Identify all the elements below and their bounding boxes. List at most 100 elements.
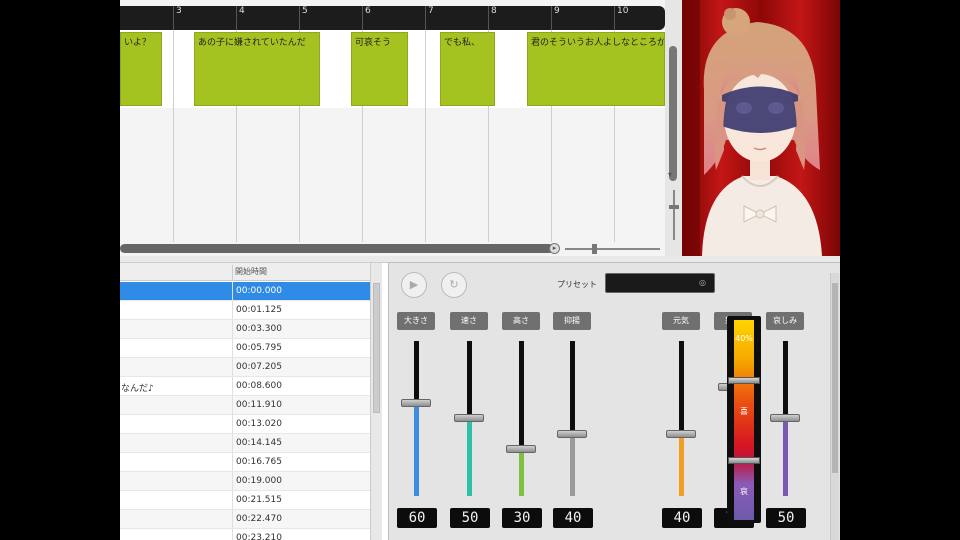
play-icon: ▶ xyxy=(409,278,419,291)
emotion-label-joy-percent: 40% xyxy=(735,334,753,343)
emotion-balance-bar[interactable]: 40% 喜 哀 xyxy=(727,316,761,523)
list-row[interactable]: 00:14.145 xyxy=(120,434,370,453)
row-start-time: 00:11.910 xyxy=(232,396,282,414)
row-start-time: 00:14.145 xyxy=(232,434,282,452)
voice-clip[interactable]: でも私、 xyxy=(440,32,495,106)
slider-value-sad[interactable]: 50 xyxy=(766,508,806,528)
row-start-time: 00:22.470 xyxy=(232,510,282,528)
preset-label: プリセット xyxy=(557,280,597,289)
clip-text: 可哀そう xyxy=(355,38,392,48)
voice-clip[interactable]: 可哀そう xyxy=(351,32,408,106)
timeline-vertical-scrollbar[interactable]: ▾ xyxy=(665,0,682,256)
sentence-list[interactable]: 開始時間 00:00.000 00:01.125 00:03.300 00:05… xyxy=(120,262,388,540)
slider-thumb-pitch[interactable] xyxy=(506,445,536,453)
play-button[interactable]: ▶ xyxy=(401,272,427,298)
slider-fill-sad xyxy=(783,418,788,496)
time-ruler[interactable]: 3 4 5 6 7 8 9 10 xyxy=(120,6,665,30)
ruler-tick-mark xyxy=(614,6,615,30)
slider-label-speed: 速さ xyxy=(450,312,488,330)
clip-text: でも私、 xyxy=(444,38,481,48)
preset-dropdown[interactable]: ◎ xyxy=(605,273,715,293)
list-row[interactable]: 00:13.020 xyxy=(120,415,370,434)
loop-button[interactable]: ↻ xyxy=(441,272,467,298)
vertical-zoom-thumb[interactable] xyxy=(669,205,679,209)
slider-label-volume: 大きさ xyxy=(397,312,435,330)
slider-thumb-speed[interactable] xyxy=(454,414,484,422)
vertical-zoom-slider[interactable] xyxy=(673,190,675,240)
list-row[interactable]: 00:23.210 xyxy=(120,529,370,540)
row-start-time: 00:08.600 xyxy=(232,377,282,395)
emotion-thumb-lower[interactable] xyxy=(728,457,760,464)
timeline-zoom-slider[interactable] xyxy=(565,248,660,250)
column-header-start-time[interactable]: 開始時間 xyxy=(232,265,267,281)
row-start-time: 00:01.125 xyxy=(232,301,282,319)
ruler-tick-mark xyxy=(173,6,174,30)
slider-value-normal[interactable]: 40 xyxy=(662,508,702,528)
ruler-tick: 10 xyxy=(617,6,629,16)
list-row[interactable]: 00:22.470 xyxy=(120,510,370,529)
timeline-horizontal-scrollbar[interactable] xyxy=(120,244,554,253)
list-row[interactable]: 00:21.515 xyxy=(120,491,370,510)
slider-thumb-normal[interactable] xyxy=(666,430,696,438)
slider-fill-intonation xyxy=(570,434,575,496)
voice-clip[interactable]: いよ？ xyxy=(120,32,162,106)
panel-vertical-scrollbar[interactable] xyxy=(830,273,839,540)
panel-scroll-thumb[interactable] xyxy=(832,283,838,473)
voice-parameter-panel: ▶ ↻ プリセット ◎ 大きさ 速さ 高さ 抑揚 元気 怒り 哀しみ 60 50… xyxy=(388,262,840,540)
list-row[interactable]: 00:16.765 xyxy=(120,453,370,472)
voice-clip[interactable]: 君のそういうお人よしなところが xyxy=(527,32,665,106)
list-row[interactable]: 00:01.125 xyxy=(120,301,370,320)
emotion-thumb-upper[interactable] xyxy=(728,377,760,384)
slider-track-normal[interactable] xyxy=(679,341,684,496)
zoom-slider-thumb[interactable] xyxy=(592,244,597,254)
ruler-tick: 5 xyxy=(302,6,308,16)
scroll-down-icon[interactable]: ▾ xyxy=(668,170,672,179)
slider-value-speed[interactable]: 50 xyxy=(450,508,490,528)
list-row[interactable]: 00:11.910 xyxy=(120,396,370,415)
loop-icon: ↻ xyxy=(449,278,459,291)
slider-thumb-intonation[interactable] xyxy=(557,430,587,438)
list-row[interactable]: 00:00.000 xyxy=(120,282,370,301)
slider-fill-normal xyxy=(679,434,684,496)
ruler-tick-mark xyxy=(362,6,363,30)
slider-thumb-sad[interactable] xyxy=(770,414,800,422)
grid-line xyxy=(173,30,174,242)
app-window: 3 4 5 6 7 8 9 10 いよ？ あの子に嫌されていたんだ 可哀そう で xyxy=(120,0,840,540)
slider-track-intonation[interactable] xyxy=(570,341,575,496)
slider-fill-pitch xyxy=(519,449,524,496)
row-start-time: 00:13.020 xyxy=(232,415,282,433)
row-start-time: 00:00.000 xyxy=(232,282,282,300)
voice-clip[interactable]: あの子に嫌されていたんだ xyxy=(194,32,320,106)
slider-label-sad: 哀しみ xyxy=(766,312,804,330)
slider-value-intonation[interactable]: 40 xyxy=(553,508,593,528)
emotion-gradient: 40% 喜 哀 xyxy=(734,320,754,520)
clip-text: 君のそういうお人よしなところが xyxy=(531,38,665,48)
emotion-label-sad: 哀 xyxy=(740,487,748,496)
row-start-time: 00:19.000 xyxy=(232,472,282,490)
row-start-time: 00:23.210 xyxy=(232,529,282,540)
ruler-tick-mark xyxy=(488,6,489,30)
slider-value-pitch[interactable]: 30 xyxy=(502,508,542,528)
clip-text: あの子に嫌されていたんだ xyxy=(198,38,306,48)
grid-line xyxy=(425,30,426,242)
slider-track-volume[interactable] xyxy=(414,341,419,496)
list-scroll-thumb[interactable] xyxy=(373,283,380,413)
list-row[interactable]: 00:03.300 xyxy=(120,320,370,339)
timeline-panel[interactable]: 3 4 5 6 7 8 9 10 いよ？ あの子に嫌されていたんだ 可哀そう で xyxy=(120,0,682,256)
slider-value-volume[interactable]: 60 xyxy=(397,508,437,528)
list-row[interactable]: 00:19.000 xyxy=(120,472,370,491)
avatar-panel xyxy=(682,0,840,256)
slider-fill-volume xyxy=(414,403,419,496)
list-row[interactable]: 00:05.795 xyxy=(120,339,370,358)
list-vertical-scrollbar[interactable] xyxy=(370,263,382,540)
emotion-label-anger: 喜 xyxy=(740,407,748,416)
list-row[interactable]: なんだ♪ 00:08.600 xyxy=(120,377,370,396)
slider-thumb-volume[interactable] xyxy=(401,399,431,407)
list-header: 開始時間 xyxy=(120,263,370,281)
scroll-right-icon[interactable]: ▸ xyxy=(549,243,560,254)
vertical-scroll-thumb[interactable] xyxy=(669,46,677,181)
ruler-tick-mark xyxy=(299,6,300,30)
slider-track-pitch[interactable] xyxy=(519,341,524,496)
list-row[interactable]: 00:07.205 xyxy=(120,358,370,377)
clip-text: いよ？ xyxy=(124,38,151,48)
